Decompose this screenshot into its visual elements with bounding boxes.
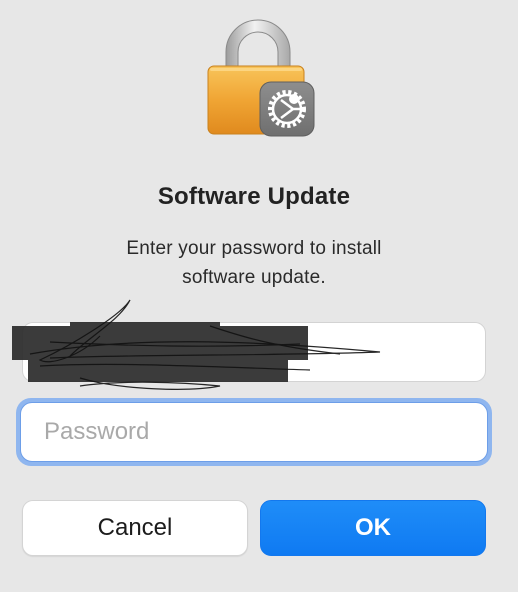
ok-button[interactable]: OK: [260, 500, 486, 556]
username-redaction-scribble: [12, 299, 381, 390]
cancel-button-label: Cancel: [97, 514, 173, 541]
ok-button-label: OK: [355, 514, 391, 541]
message-line-1: Enter your password to install: [126, 238, 382, 259]
gear-badge-icon: [259, 81, 315, 137]
message-line-2: software update.: [182, 267, 326, 288]
cancel-button[interactable]: Cancel: [22, 500, 248, 556]
software-update-dialog: Software Update Enter your password to i…: [0, 0, 518, 592]
dialog-message: Enter your password to install software …: [60, 234, 448, 292]
password-field[interactable]: [20, 402, 488, 462]
dialog-title: Software Update: [157, 183, 351, 210]
lock-icon: [207, 19, 315, 137]
